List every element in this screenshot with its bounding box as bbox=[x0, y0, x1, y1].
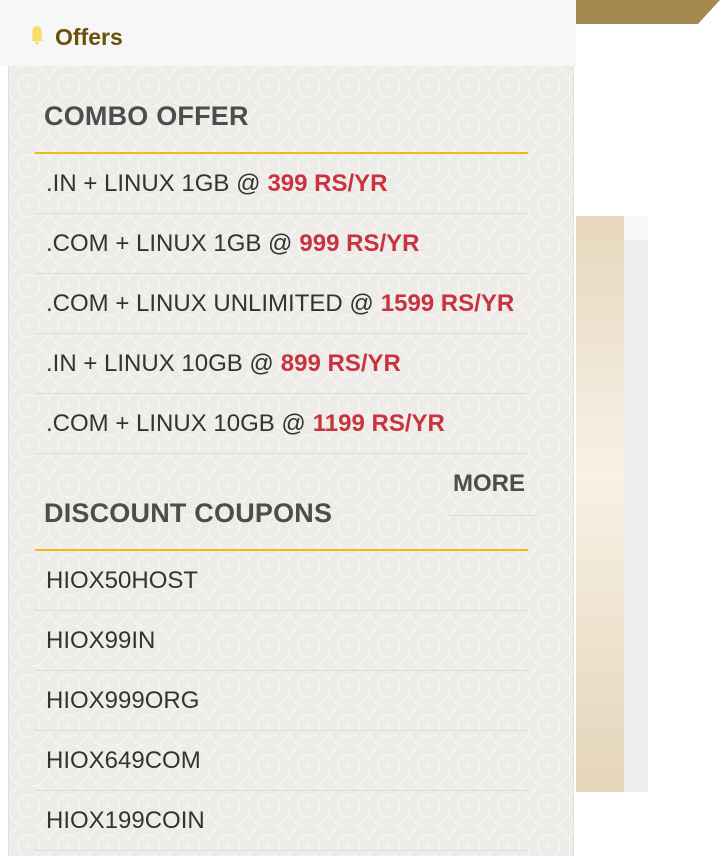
combo-offer-item[interactable]: .IN + LINUX 1GB @ 399 RS/YR bbox=[35, 154, 528, 214]
combo-offer-item[interactable]: .COM + LINUX UNLIMITED @ 1599 RS/YR bbox=[35, 274, 528, 334]
offers-panel-header[interactable]: Offers bbox=[0, 0, 576, 66]
coupon-item[interactable]: HIOX99IN bbox=[35, 611, 528, 671]
bell-icon bbox=[31, 26, 43, 45]
coupon-item[interactable]: HIOX199COIN bbox=[35, 791, 528, 851]
combo-offer-heading-text: COMBO OFFER bbox=[44, 101, 249, 131]
coupon-code: HIOX649COM bbox=[46, 746, 201, 774]
combo-offer-label: .COM + LINUX UNLIMITED @ bbox=[46, 289, 374, 317]
combo-offer-section: COMBO OFFER .IN + LINUX 1GB @ 399 RS/YR … bbox=[35, 66, 528, 454]
combo-offer-label: .COM + LINUX 1GB @ bbox=[46, 229, 293, 257]
combo-offer-heading: COMBO OFFER bbox=[35, 66, 528, 154]
combo-offer-item[interactable]: .IN + LINUX 10GB @ 899 RS/YR bbox=[35, 334, 528, 394]
discount-coupons-section: DISCOUNT COUPONS HIOX50HOST HIOX99IN HIO… bbox=[35, 463, 528, 851]
combo-offer-price: 1199 RS/YR bbox=[312, 409, 445, 437]
coupon-item[interactable]: HIOX649COM bbox=[35, 731, 528, 791]
coupon-code: HIOX99IN bbox=[46, 626, 156, 654]
coupon-code: HIOX50HOST bbox=[46, 566, 199, 594]
coupon-item[interactable]: HIOX999ORG bbox=[35, 671, 528, 731]
combo-offer-label: .COM + LINUX 10GB @ bbox=[46, 409, 306, 437]
combo-offer-price: 999 RS/YR bbox=[299, 229, 420, 257]
coupon-code: HIOX999ORG bbox=[46, 686, 200, 714]
combo-offer-price: 1599 RS/YR bbox=[380, 289, 515, 317]
combo-offer-price: 399 RS/YR bbox=[267, 169, 388, 197]
combo-offer-item[interactable]: .COM + LINUX 1GB @ 999 RS/YR bbox=[35, 214, 528, 274]
combo-offer-label: .IN + LINUX 1GB @ bbox=[46, 169, 261, 197]
coupon-code: HIOX199COIN bbox=[46, 806, 205, 834]
combo-offer-label: .IN + LINUX 10GB @ bbox=[46, 349, 274, 377]
offers-panel: Offers COMBO OFFER .IN + LINUX 1GB @ 399… bbox=[0, 0, 576, 856]
offers-title: Offers bbox=[55, 24, 123, 50]
combo-offer-price: 899 RS/YR bbox=[280, 349, 401, 377]
coupon-item[interactable]: HIOX50HOST bbox=[35, 551, 528, 611]
background-banner-corner bbox=[624, 216, 648, 240]
discount-coupons-heading-text: DISCOUNT COUPONS bbox=[44, 498, 333, 528]
discount-coupons-heading: DISCOUNT COUPONS bbox=[35, 463, 528, 551]
combo-offer-item[interactable]: .COM + LINUX 10GB @ 1199 RS/YR bbox=[35, 394, 528, 454]
background-header-band bbox=[560, 0, 720, 24]
